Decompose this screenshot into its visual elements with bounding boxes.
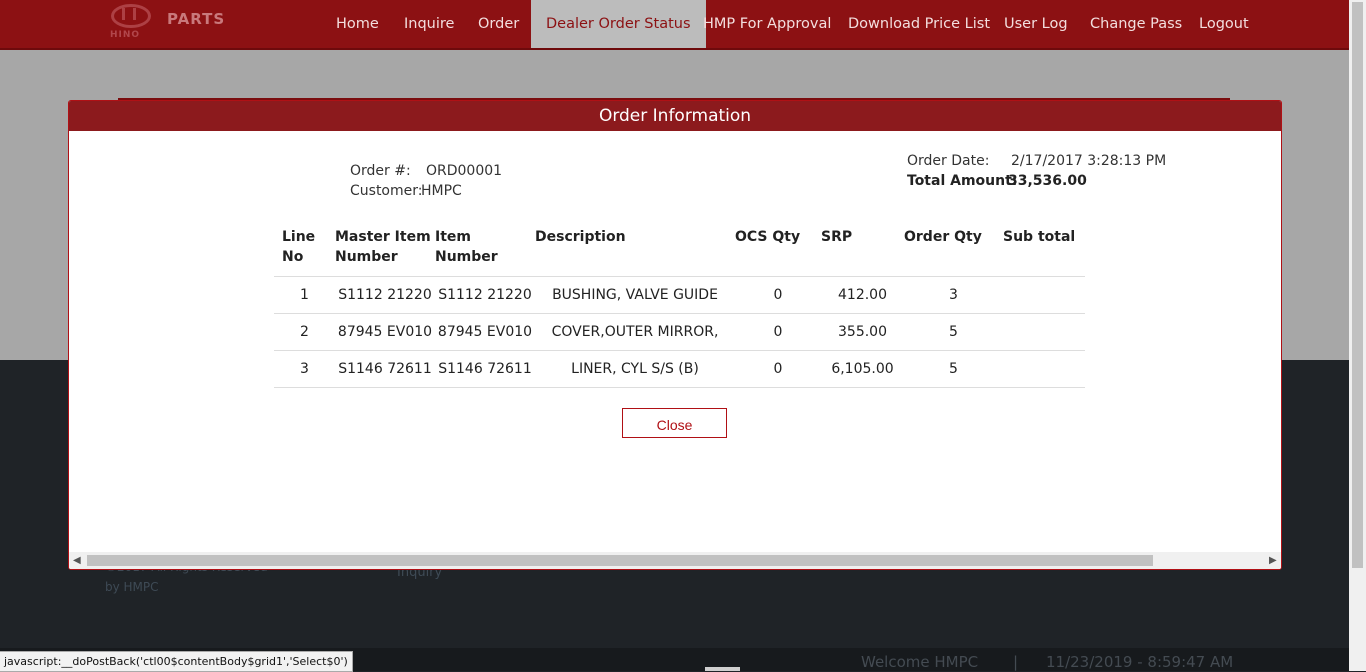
welcome-text: Welcome HMPC [861, 653, 979, 671]
cell-order-qty: 5 [904, 313, 1003, 351]
cell-item-number: S1146 72611 [435, 350, 535, 388]
cell-order-qty: 3 [904, 276, 1003, 314]
bottom-tab [705, 667, 740, 671]
nav-hmp-for-approval[interactable]: HMP For Approval [703, 0, 831, 48]
cell-description: LINER, CYL S/S (B) [535, 350, 735, 388]
cell-line: 3 [274, 350, 335, 388]
cell-sub-total [1003, 313, 1085, 351]
cell-ocs-qty: 0 [735, 350, 821, 388]
close-button[interactable]: Close [622, 408, 727, 438]
nav-order[interactable]: Order [478, 0, 519, 48]
order-no-label: Order #: [350, 163, 411, 179]
cell-master-item: S1112 21220 [335, 276, 435, 314]
logo-text: HINO [110, 30, 141, 40]
col-sub-total: Sub total [1003, 227, 1085, 277]
col-ocs-qty: OCS Qty [735, 227, 821, 277]
table-row[interactable]: 3 S1146 72611 S1146 72611 LINER, CYL S/S… [274, 350, 1085, 388]
order-date-label: Order Date: [907, 153, 990, 169]
customer-value: HMPC [421, 183, 462, 199]
scroll-right-arrow-icon[interactable]: ▶ [1269, 552, 1277, 569]
nav-download-price-list[interactable]: Download Price List [848, 0, 990, 48]
modal-scrollbar-thumb[interactable] [87, 555, 1153, 566]
cell-master-item: 87945 EV010 [335, 313, 435, 351]
col-order-qty: Order Qty [904, 227, 1003, 277]
col-item-number: Item Number [435, 227, 535, 277]
total-amount-value: 33,536.00 [1008, 173, 1087, 189]
cell-srp: 412.00 [821, 276, 904, 314]
nav-inquire[interactable]: Inquire [404, 0, 454, 48]
brand-label: PARTS [167, 10, 226, 28]
table-header-row: Line No Master Item Number Item Number Desc… [274, 227, 1085, 277]
cell-order-qty: 5 [904, 350, 1003, 388]
nav-logout[interactable]: Logout [1199, 0, 1249, 48]
cell-line: 2 [274, 313, 335, 351]
table-row[interactable]: 2 87945 EV010 87945 EV010 COVER,OUTER MI… [274, 313, 1085, 351]
order-information-modal: Order Information Order #: ORD00001 Cust… [68, 100, 1282, 570]
cell-master-item: S1146 72611 [335, 350, 435, 388]
col-master-item-number: Master Item Number [335, 227, 435, 277]
order-no-value: ORD00001 [426, 163, 503, 179]
cell-line: 1 [274, 276, 335, 314]
footer-by: by HMPC [105, 580, 159, 594]
order-items-table: Line No Master Item Number Item Number Desc… [274, 227, 1085, 388]
cell-description: COVER,OUTER MIRROR, [535, 313, 735, 351]
cell-description: BUSHING, VALVE GUIDE [535, 276, 735, 314]
modal-horizontal-scrollbar[interactable]: ◀ ▶ [69, 552, 1281, 569]
cell-sub-total [1003, 350, 1085, 388]
status-bar-link-preview: javascript:__doPostBack('ctl00$contentBo… [0, 651, 353, 672]
cell-sub-total [1003, 276, 1085, 314]
cell-ocs-qty: 0 [735, 313, 821, 351]
customer-label: Customer: [350, 183, 423, 199]
cell-item-number: S1112 21220 [435, 276, 535, 314]
col-line-no: Line No [274, 227, 335, 277]
nav-dealer-order-status[interactable]: Dealer Order Status [531, 0, 706, 48]
cell-item-number: 87945 EV010 [435, 313, 535, 351]
nav-change-pass[interactable]: Change Pass [1090, 0, 1182, 48]
footer-datetime: 11/23/2019 - 8:59:47 AM [1046, 653, 1234, 671]
footer-separator: | [1013, 653, 1019, 671]
cell-srp: 355.00 [821, 313, 904, 351]
cell-srp: 6,105.00 [821, 350, 904, 388]
nav-user-log[interactable]: User Log [1004, 0, 1068, 48]
nav-home[interactable]: Home [336, 0, 379, 48]
cell-ocs-qty: 0 [735, 276, 821, 314]
scroll-left-arrow-icon[interactable]: ◀ [73, 552, 81, 569]
total-amount-label: Total Amount: [907, 173, 1018, 189]
logo-h-shape [122, 8, 136, 20]
hino-logo[interactable]: HINO [108, 2, 158, 46]
page-scrollbar-thumb[interactable] [1352, 2, 1363, 568]
table-row[interactable]: 1 S1112 21220 S1112 21220 BUSHING, VALVE… [274, 276, 1085, 314]
modal-title: Order Information [69, 101, 1281, 131]
order-date-value: 2/17/2017 3:28:13 PM [1011, 153, 1167, 169]
col-description: Description [535, 227, 735, 277]
top-navbar: HINO PARTS Home Inquire Order Dealer Ord… [0, 0, 1349, 50]
col-srp: SRP [821, 227, 904, 277]
